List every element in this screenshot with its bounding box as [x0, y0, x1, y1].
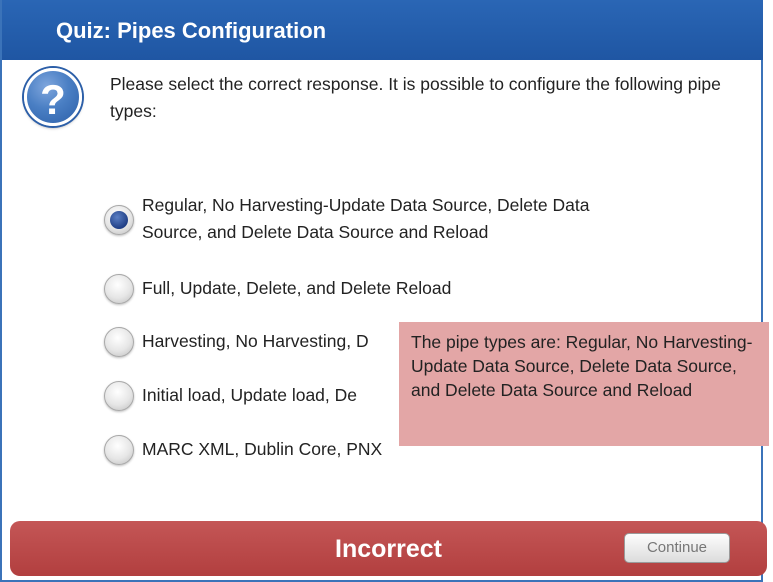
quiz-title: Quiz: Pipes Configuration — [56, 18, 327, 43]
quiz-window: Quiz: Pipes Configuration ? Please selec… — [0, 0, 769, 582]
option-2-label: Full, Update, Delete, and Delete Reload — [142, 278, 452, 298]
radio-button-selected[interactable] — [104, 205, 134, 235]
question-mark-icon: ? — [24, 68, 82, 126]
option-3-label: Harvesting, No Harvesting, D — [142, 331, 369, 351]
option-5-label: MARC XML, Dublin Core, PNX — [142, 439, 383, 459]
radio-button[interactable] — [104, 274, 134, 304]
feedback-callout: The pipe types are: Regular, No Harvesti… — [399, 322, 769, 446]
option-1-line-1: Regular, No Harvesting-Update Data Sourc… — [142, 195, 590, 215]
result-bar: Incorrect Continue — [10, 521, 767, 576]
radio-button[interactable] — [104, 435, 134, 465]
question-text: Please select the correct response. It i… — [110, 74, 721, 121]
quiz-header: Quiz: Pipes Configuration — [2, 0, 763, 60]
option-4-label: Initial load, Update load, De — [142, 385, 357, 405]
option-1-line-2: Source, and Delete Data Source and Reloa… — [142, 222, 489, 242]
continue-button[interactable]: Continue — [624, 533, 730, 563]
radio-button[interactable] — [104, 381, 134, 411]
radio-button[interactable] — [104, 327, 134, 357]
